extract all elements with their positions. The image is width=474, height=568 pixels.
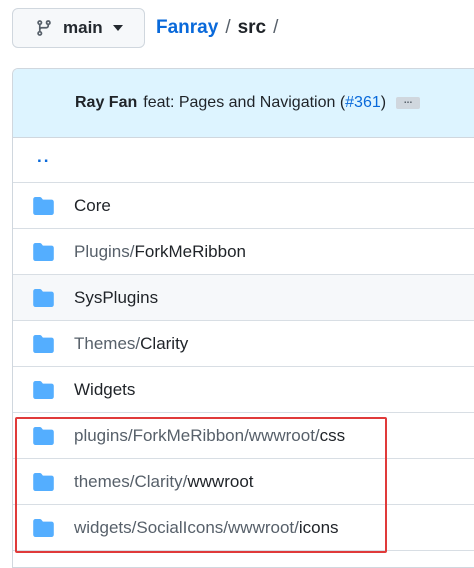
row-prefix[interactable]: plugins/ForkMeRibbon/wwwroot/	[74, 426, 320, 446]
row-name[interactable]: Core	[74, 196, 111, 216]
file-row[interactable]: Widgets	[13, 367, 474, 413]
breadcrumb-repo-link[interactable]: Fanray	[156, 17, 218, 39]
commit-pr-link[interactable]: #361	[345, 94, 381, 112]
file-row[interactable]: SysPlugins	[13, 275, 474, 321]
commit-message-end: )	[380, 94, 387, 111]
row-name[interactable]: icons	[299, 518, 339, 538]
top-bar: main Fanray / src /	[0, 0, 474, 60]
row-prefix[interactable]: Themes/	[74, 334, 140, 354]
row-prefix[interactable]: themes/Clarity/	[74, 472, 187, 492]
folder-icon	[33, 380, 54, 399]
file-list-box: Ray Fan feat: Pages and Navigation ( #36…	[12, 68, 474, 568]
latest-commit-bar: Ray Fan feat: Pages and Navigation ( #36…	[13, 69, 474, 138]
expand-commit-button[interactable]: ...	[396, 96, 421, 109]
breadcrumb-separator: /	[225, 17, 231, 38]
row-name[interactable]: Clarity	[140, 334, 188, 354]
row-name[interactable]: ForkMeRibbon	[134, 242, 246, 262]
file-row[interactable]: Themes/Clarity	[13, 321, 474, 367]
row-name[interactable]: wwwroot	[187, 472, 253, 492]
file-row[interactable]: widgets/SocialIcons/wwwroot/icons	[13, 505, 474, 551]
parent-dir-link[interactable]: ..	[33, 147, 50, 167]
breadcrumb-current-dir: src	[237, 17, 267, 38]
file-row[interactable]: themes/Clarity/wwwroot	[13, 459, 474, 505]
file-row[interactable]: plugins/ForkMeRibbon/wwwroot/css	[13, 413, 474, 459]
parent-dir-row[interactable]: ..	[13, 138, 474, 183]
branch-selector-button[interactable]: main	[12, 8, 145, 48]
row-prefix[interactable]: Plugins/	[74, 242, 134, 262]
folder-icon	[33, 196, 54, 215]
file-row[interactable]: Core	[13, 183, 474, 229]
row-name[interactable]: Widgets	[74, 380, 135, 400]
folder-icon	[33, 472, 54, 491]
row-prefix[interactable]: widgets/SocialIcons/wwwroot/	[74, 518, 299, 538]
chevron-down-icon	[112, 25, 123, 31]
row-name[interactable]: SysPlugins	[74, 288, 158, 308]
file-row[interactable]: Plugins/ForkMeRibbon	[13, 229, 474, 275]
commit-message[interactable]: feat: Pages and Navigation (	[143, 94, 345, 112]
git-branch-icon	[35, 19, 53, 37]
folder-icon	[33, 242, 54, 261]
breadcrumb-separator: /	[273, 17, 279, 38]
branch-label: main	[63, 18, 103, 37]
row-name[interactable]: css	[320, 426, 346, 446]
breadcrumb: Fanray / src /	[156, 17, 285, 39]
folder-icon	[33, 426, 54, 445]
commit-author[interactable]: Ray Fan	[75, 94, 137, 112]
folder-icon	[33, 518, 54, 537]
folder-icon	[33, 288, 54, 307]
folder-icon	[33, 334, 54, 353]
